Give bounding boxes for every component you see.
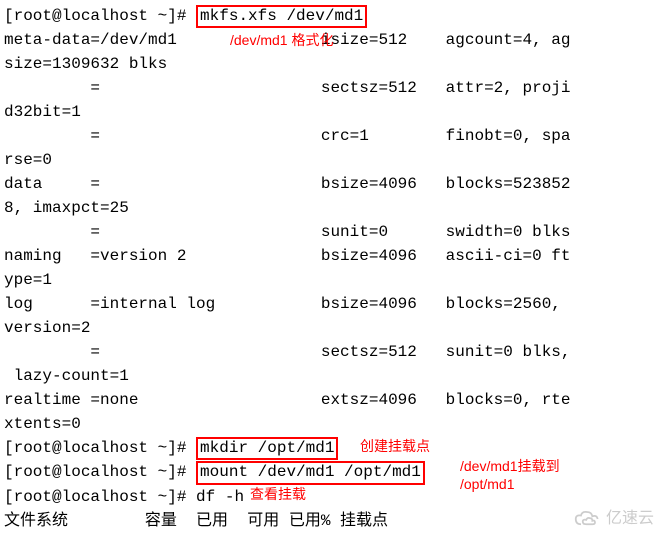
out-l5: = crc=1 finobt=0, spa xyxy=(4,124,658,148)
out-l6: rse=0 xyxy=(4,148,658,172)
out-l13: version=2 xyxy=(4,316,658,340)
cloud-icon xyxy=(574,510,602,528)
cmd-line-1: [root@localhost ~]# mkfs.xfs /dev/md1 xyxy=(4,4,658,28)
out-l12: log =internal log bsize=4096 blocks=2560… xyxy=(4,292,658,316)
watermark-text: 亿速云 xyxy=(606,507,654,531)
out-l4: d32bit=1 xyxy=(4,100,658,124)
out-l16: realtime =none extsz=4096 blocks=0, rte xyxy=(4,388,658,412)
anno-format: /dev/md1 格式化 xyxy=(230,30,333,51)
out-l9: = sunit=0 swidth=0 blks xyxy=(4,220,658,244)
cmd-mount: mount /dev/md1 /opt/md1 xyxy=(196,461,425,484)
out-l14: = sectsz=512 sunit=0 blks, xyxy=(4,340,658,364)
cmd-mkdir: mkdir /opt/md1 xyxy=(196,437,338,460)
out-l17: xtents=0 xyxy=(4,412,658,436)
out-l3: = sectsz=512 attr=2, proji xyxy=(4,76,658,100)
cmd-mkfs: mkfs.xfs /dev/md1 xyxy=(196,5,367,28)
out-l8: 8, imaxpct=25 xyxy=(4,196,658,220)
out-l10: naming =version 2 bsize=4096 ascii-ci=0 … xyxy=(4,244,658,268)
anno-mkdir: 创建挂载点 xyxy=(360,436,430,457)
prompt-2: [root@localhost ~]# xyxy=(4,439,196,457)
out-l7: data = bsize=4096 blocks=523852 xyxy=(4,172,658,196)
watermark: 亿速云 xyxy=(574,507,654,531)
prompt-1: [root@localhost ~]# xyxy=(4,7,196,25)
prompt-3: [root@localhost ~]# xyxy=(4,463,196,481)
df-header: 文件系统 容量 已用 可用 已用% 挂载点 xyxy=(4,509,658,533)
out-l15: lazy-count=1 xyxy=(4,364,658,388)
cmd-line-3: [root@localhost ~]# mount /dev/md1 /opt/… xyxy=(4,460,658,484)
out-l2: size=1309632 blks xyxy=(4,52,658,76)
cmd-line-4: [root@localhost ~]# df -h xyxy=(4,485,658,509)
out-l11: ype=1 xyxy=(4,268,658,292)
anno-df: 查看挂载 xyxy=(250,484,306,505)
anno-mount-b: /opt/md1 xyxy=(460,474,514,495)
cmd-line-2: [root@localhost ~]# mkdir /opt/md1 xyxy=(4,436,658,460)
